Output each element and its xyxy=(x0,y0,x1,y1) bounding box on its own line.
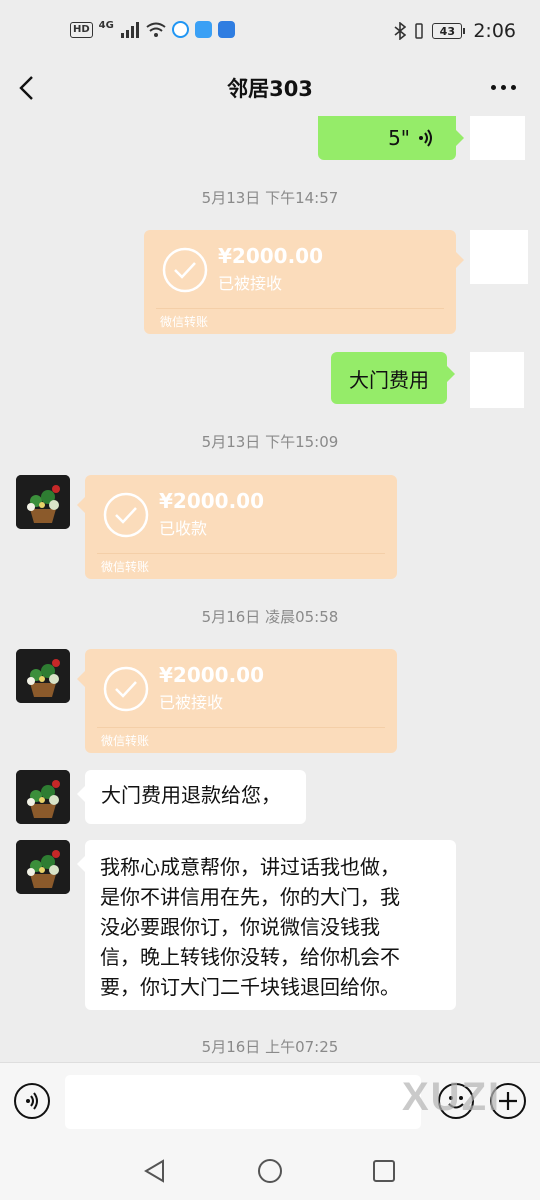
my-avatar[interactable] xyxy=(470,230,528,284)
flower-basket-image xyxy=(16,475,70,529)
message-text: 大门费用退款给您， xyxy=(101,783,281,807)
watermark: XUZI xyxy=(402,1075,502,1119)
message-line: 要，你订大门二千块钱退回给你。 xyxy=(100,975,400,999)
flower-basket-image xyxy=(16,840,70,894)
transfer-amount: ¥2000.00 xyxy=(159,489,265,513)
status-bar: HD 4G 43 2:06 xyxy=(0,0,540,64)
flower-basket-image xyxy=(16,649,70,703)
check-circle-icon xyxy=(162,247,208,293)
transfer-card[interactable]: ¥2000.00 已被接收 微信转账 xyxy=(144,230,464,334)
nav-recents-icon[interactable] xyxy=(372,1159,396,1183)
bluetooth-icon xyxy=(394,22,407,40)
voice-icon xyxy=(26,1092,38,1110)
network-type: 4G xyxy=(98,20,114,31)
transfer-card[interactable]: ¥2000.00 已收款 微信转账 xyxy=(77,475,397,579)
app-notification-icon xyxy=(171,21,189,38)
transfer-label: 微信转账 xyxy=(101,734,150,748)
timestamp: 5月16日 凌晨05:58 xyxy=(201,608,339,626)
contact-avatar[interactable] xyxy=(16,840,70,894)
signal-icon xyxy=(120,21,139,38)
sent-text-message[interactable]: 大门费用 xyxy=(331,352,455,404)
timestamp: 5月16日 上午07:25 xyxy=(201,1038,339,1056)
contact-avatar[interactable] xyxy=(16,475,70,529)
contact-avatar[interactable] xyxy=(16,649,70,703)
cloud-app-icon xyxy=(194,21,212,38)
status-left: HD 4G xyxy=(70,20,235,38)
message-line: 我称心成意帮你，讲过话我也做， xyxy=(100,855,400,879)
check-circle-icon xyxy=(103,666,149,712)
message-line: 没必要跟你订，你说微信没钱我 xyxy=(100,915,380,939)
nav-back-icon[interactable] xyxy=(142,1158,168,1184)
timestamp: 5月13日 下午15:09 xyxy=(201,433,339,451)
transfer-state: 已被接收 xyxy=(218,274,283,293)
chat-header: 邻居303 xyxy=(0,64,540,116)
nav-home-icon[interactable] xyxy=(257,1158,283,1184)
transfer-amount: ¥2000.00 xyxy=(218,244,324,268)
transfer-label: 微信转账 xyxy=(160,315,209,329)
message-text: 大门费用 xyxy=(349,367,429,392)
wifi-icon xyxy=(146,22,166,37)
message-input[interactable] xyxy=(65,1075,421,1129)
my-avatar[interactable] xyxy=(470,352,524,408)
status-right: 43 2:06 xyxy=(394,20,516,42)
vibrate-icon xyxy=(415,23,424,39)
transfer-amount: ¥2000.00 xyxy=(159,663,265,687)
battery-level: 43 xyxy=(432,23,463,39)
more-options-button[interactable] xyxy=(491,85,516,90)
clock: 2:06 xyxy=(473,20,516,42)
contact-avatar[interactable] xyxy=(16,770,70,824)
transfer-state: 已收款 xyxy=(159,519,208,538)
message-line: 信，晚上转钱你没转，给你机会不 xyxy=(100,945,400,969)
my-avatar[interactable] xyxy=(470,116,525,160)
flower-basket-image xyxy=(16,770,70,824)
more-dot-icon xyxy=(491,85,496,90)
voice-wave-icon xyxy=(419,129,432,147)
chat-title: 邻居303 xyxy=(227,77,313,101)
timestamp: 5月13日 下午14:57 xyxy=(201,189,339,207)
system-nav-bar xyxy=(0,1142,540,1200)
check-circle-icon xyxy=(103,492,149,538)
hd-icon: HD xyxy=(70,21,93,38)
received-text-message[interactable]: 我称心成意帮你，讲过话我也做， 是你不讲信用在先，你的大门，我 没必要跟你订，你… xyxy=(77,840,456,1010)
weather-app-icon xyxy=(217,21,235,38)
message-line: 是你不讲信用在先，你的大门，我 xyxy=(100,885,400,909)
voice-duration: 5" xyxy=(388,126,410,150)
received-text-message[interactable]: 大门费用退款给您， xyxy=(77,770,306,824)
transfer-state: 已被接收 xyxy=(159,693,224,712)
transfer-label: 微信转账 xyxy=(101,560,150,574)
voice-message[interactable]: 5" xyxy=(318,116,464,160)
battery-icon: 43 xyxy=(432,23,466,39)
transfer-card[interactable]: ¥2000.00 已被接收 微信转账 xyxy=(77,649,397,753)
voice-input-button[interactable] xyxy=(14,1083,50,1119)
